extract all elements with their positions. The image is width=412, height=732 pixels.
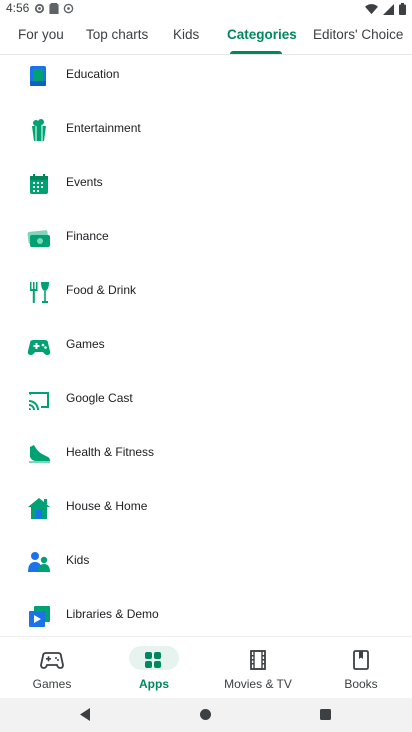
tab-editors-choice[interactable]: Editors' Choice bbox=[313, 27, 403, 42]
gamepad-icon bbox=[40, 652, 64, 669]
bottom-nav-label: Games bbox=[32, 677, 72, 691]
category-list: Education Entertainment Events Finance F… bbox=[0, 54, 412, 634]
bottom-nav-games[interactable]: Games bbox=[12, 637, 92, 699]
category-item-events[interactable]: Events bbox=[0, 158, 412, 212]
bottom-nav-label: Books bbox=[344, 677, 378, 691]
bottom-nav-label: Movies & TV bbox=[224, 677, 292, 691]
bottom-navigation: Games Apps Movies & TV Books bbox=[0, 636, 412, 699]
book-icon bbox=[353, 650, 369, 670]
tab-for-you[interactable]: For you bbox=[18, 27, 64, 42]
tab-kids[interactable]: Kids bbox=[173, 27, 199, 42]
category-label: House & Home bbox=[66, 499, 148, 513]
category-label: Food & Drink bbox=[66, 283, 137, 297]
bottom-nav-books[interactable]: Books bbox=[321, 637, 401, 699]
category-item-house-home[interactable]: House & Home bbox=[0, 482, 412, 536]
category-label: Education bbox=[66, 67, 120, 81]
status-bar: 4:56 bbox=[0, 0, 412, 18]
category-label: Games bbox=[66, 337, 105, 351]
top-tabs: For you Top charts Kids Categories Edito… bbox=[0, 20, 412, 55]
battery-icon bbox=[399, 3, 406, 15]
category-item-google-cast[interactable]: Google Cast bbox=[0, 374, 412, 428]
category-label: Kids bbox=[66, 553, 90, 567]
settings-status-icon bbox=[34, 3, 45, 14]
events-icon bbox=[30, 174, 48, 194]
education-icon bbox=[30, 66, 46, 86]
games-icon bbox=[27, 340, 51, 355]
signal-icon bbox=[383, 3, 394, 15]
kids-icon bbox=[28, 552, 50, 572]
category-label: Google Cast bbox=[66, 391, 133, 405]
category-item-health-fitness[interactable]: Health & Fitness bbox=[0, 428, 412, 482]
category-label: Finance bbox=[66, 229, 109, 243]
category-label: Health & Fitness bbox=[66, 445, 155, 459]
category-item-education[interactable]: Education bbox=[0, 54, 412, 104]
entertainment-icon bbox=[32, 119, 46, 141]
category-item-games[interactable]: Games bbox=[0, 320, 412, 374]
food-drink-icon bbox=[30, 282, 49, 303]
category-item-food-drink[interactable]: Food & Drink bbox=[0, 266, 412, 320]
wifi-icon bbox=[365, 3, 378, 14]
apps-grid-icon bbox=[145, 652, 161, 668]
category-item-libraries-demo[interactable]: Libraries & Demo bbox=[0, 590, 412, 634]
google-cast-icon bbox=[29, 392, 49, 410]
tab-categories[interactable]: Categories bbox=[227, 27, 297, 42]
bottom-nav-label: Apps bbox=[139, 677, 169, 691]
libraries-demo-icon bbox=[29, 606, 50, 627]
tab-top-charts[interactable]: Top charts bbox=[86, 27, 148, 42]
sync-icon bbox=[63, 3, 74, 14]
recents-icon[interactable] bbox=[320, 709, 331, 720]
category-label: Events bbox=[66, 175, 103, 189]
house-home-icon bbox=[28, 498, 50, 519]
bottom-nav-movies-tv[interactable]: Movies & TV bbox=[218, 637, 298, 699]
health-fitness-icon bbox=[29, 445, 50, 463]
system-navigation-bar bbox=[0, 698, 412, 732]
category-item-finance[interactable]: Finance bbox=[0, 212, 412, 266]
category-label: Entertainment bbox=[66, 121, 141, 135]
category-label: Libraries & Demo bbox=[66, 607, 159, 621]
sd-card-icon bbox=[49, 3, 59, 14]
film-icon bbox=[250, 650, 266, 670]
category-item-kids[interactable]: Kids bbox=[0, 536, 412, 590]
finance-icon bbox=[27, 230, 50, 247]
back-icon[interactable] bbox=[80, 708, 92, 721]
status-time: 4:56 bbox=[6, 1, 30, 15]
home-icon[interactable] bbox=[200, 709, 211, 720]
category-item-entertainment[interactable]: Entertainment bbox=[0, 104, 412, 158]
bottom-nav-apps[interactable]: Apps bbox=[114, 637, 194, 699]
